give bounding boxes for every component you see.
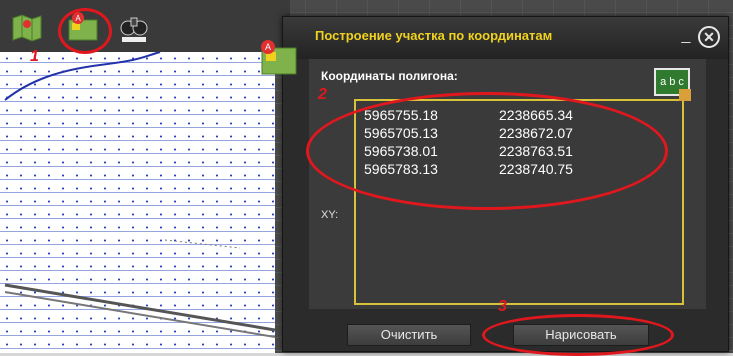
svg-text:a b c: a b c xyxy=(660,76,684,88)
map-toolbar: A xyxy=(0,0,290,52)
map-layer-icon: A xyxy=(256,38,300,78)
minimize-button[interactable]: _ xyxy=(679,28,693,44)
coordinates-textarea[interactable]: 5965755.18 2238665.34 5965705.13 2238672.0… xyxy=(354,99,684,305)
annotation-number-3: 3 xyxy=(498,298,507,315)
coordinate-row: 5965738.01 2238763.51 xyxy=(364,143,573,159)
coordinate-row: 5965705.13 2238672.07 xyxy=(364,125,573,141)
coordinate-row: 5965783.13 2238740.75 xyxy=(364,161,573,177)
map-features xyxy=(4,51,275,338)
binoculars-icon[interactable] xyxy=(117,10,151,44)
xy-label: XY: xyxy=(321,209,339,221)
dialog-body: Координаты полигона: XY: 5965755.18 22386… xyxy=(309,59,706,309)
draw-button[interactable]: Нарисовать xyxy=(513,324,649,346)
coordinate-row: 5965755.18 2238665.34 xyxy=(364,107,573,123)
coordinates-label: Координаты полигона: xyxy=(321,69,458,83)
close-button[interactable]: ✕ xyxy=(698,26,720,48)
plot-by-coordinates-icon[interactable]: A xyxy=(66,10,100,44)
svg-text:A: A xyxy=(265,42,271,52)
annotation-number-2: 2 xyxy=(318,86,327,103)
svg-text:A: A xyxy=(75,14,81,23)
dialog-header: Построение участка по координатам _ ✕ xyxy=(283,17,728,59)
annotation-number-1: 1 xyxy=(30,48,39,65)
calculator-icon[interactable]: a b c xyxy=(651,65,695,105)
map-icon[interactable] xyxy=(10,10,44,44)
clear-button[interactable]: Очистить xyxy=(347,324,471,346)
dialog-title: Построение участка по координатам xyxy=(315,28,553,43)
